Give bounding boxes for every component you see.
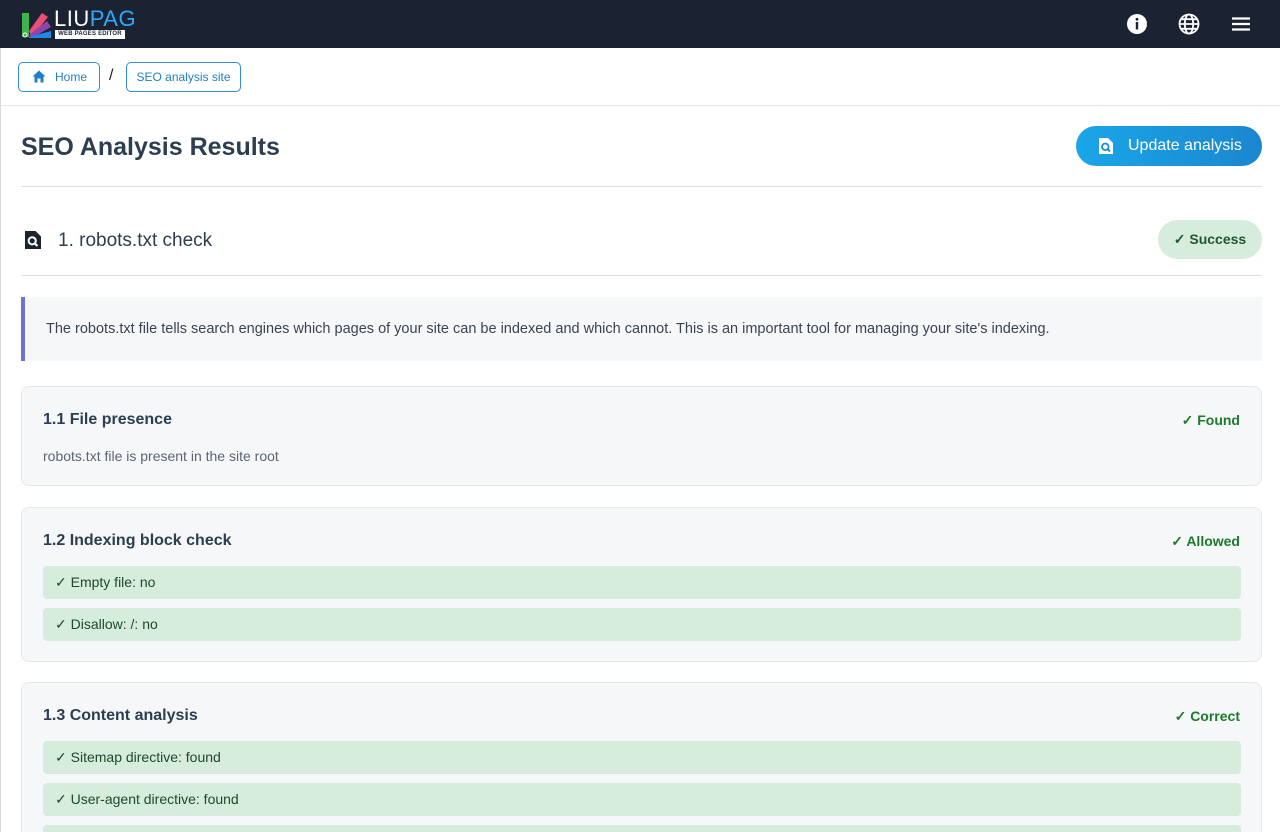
breadcrumb: Home / SEO analysis site xyxy=(0,48,1280,106)
card-description: robots.txt file is present in the site r… xyxy=(43,448,279,464)
info-text: The robots.txt file tells search engines… xyxy=(46,321,1050,337)
card-status: ✓ Correct xyxy=(1174,708,1240,724)
breadcrumb-separator: / xyxy=(109,67,114,84)
card-title: 1.2 Indexing block check xyxy=(43,532,232,549)
card-status: ✓ Found xyxy=(1181,412,1240,428)
hamburger-menu-icon[interactable] xyxy=(1229,12,1253,36)
main-content: SEO Analysis Results Update analysis 1. … xyxy=(0,106,1280,832)
breadcrumb-home-button[interactable]: Home xyxy=(18,62,100,92)
divider xyxy=(21,186,1262,187)
check-card-content-analysis: 1.3 Content analysis ✓ Correct ✓ Sitemap… xyxy=(21,682,1262,832)
logo-text-part1: LIU xyxy=(54,6,90,31)
check-result-row: ✓ Sitemap directive: found xyxy=(43,741,1241,774)
section-header-robots: 1. robots.txt check ✓ Success xyxy=(21,220,1262,260)
logo-text-part2: PAG xyxy=(89,6,137,31)
home-icon xyxy=(32,70,46,83)
status-badge: ✓ Success xyxy=(1158,220,1262,259)
card-title: 1.1 File presence xyxy=(43,411,172,428)
check-result-row: ✓ Disallow: /: no xyxy=(43,608,1241,641)
logo-subtitle: WEB PAGES EDITOR xyxy=(55,30,125,39)
info-box: The robots.txt file tells search engines… xyxy=(21,297,1262,361)
check-card-indexing-block: 1.2 Indexing block check ✓ Allowed ✓ Emp… xyxy=(21,507,1262,662)
page-title: SEO Analysis Results xyxy=(21,133,280,161)
check-card-file-presence: 1.1 File presence ✓ Found robots.txt fil… xyxy=(21,386,1262,486)
update-analysis-label: Update analysis xyxy=(1128,137,1242,154)
check-result-row: ✓ Empty file: no xyxy=(43,566,1241,599)
check-result-row: ✓ User-agent directive: found xyxy=(43,783,1241,816)
app-logo[interactable]: LIUPAG WEB PAGES EDITOR xyxy=(20,7,136,41)
divider xyxy=(21,275,1262,276)
section-title: 1. robots.txt check xyxy=(58,230,213,251)
update-analysis-button[interactable]: Update analysis xyxy=(1076,126,1262,166)
info-icon[interactable] xyxy=(1125,12,1149,36)
check-result-row xyxy=(43,825,1241,832)
search-document-icon xyxy=(25,231,41,249)
card-title: 1.3 Content analysis xyxy=(43,707,198,724)
top-navbar: LIUPAG WEB PAGES EDITOR xyxy=(0,0,1280,48)
breadcrumb-home-label: Home xyxy=(55,70,88,84)
card-status: ✓ Allowed xyxy=(1171,533,1240,549)
logo-text: LIUPAG xyxy=(54,7,136,31)
logo-mark-icon xyxy=(22,13,51,38)
globe-icon[interactable] xyxy=(1177,12,1201,36)
search-document-icon xyxy=(1099,138,1113,154)
breadcrumb-current-button[interactable]: SEO analysis site xyxy=(126,62,241,92)
